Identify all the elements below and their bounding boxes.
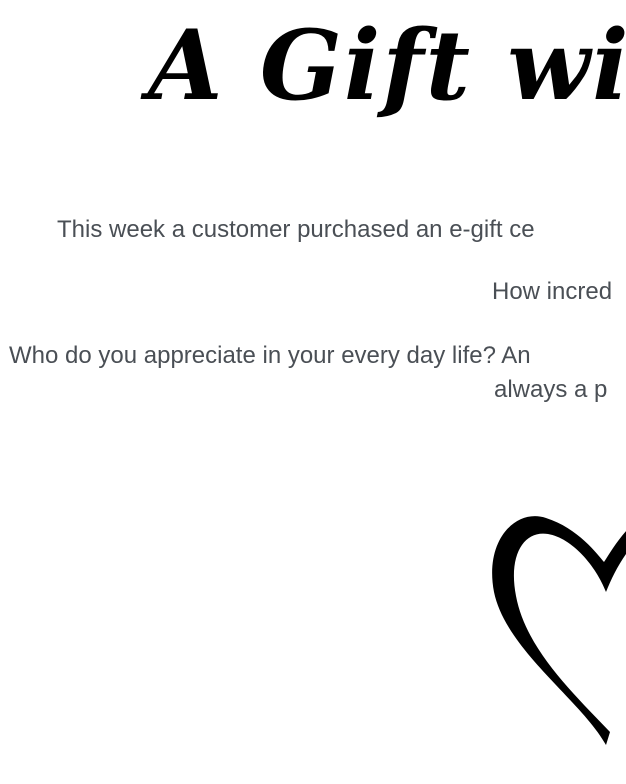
post-title: A Gift wi bbox=[148, 9, 626, 122]
blog-post: A Gift wi This week a customer purchased… bbox=[0, 0, 626, 784]
paragraph-line-1: This week a customer purchased an e-gift… bbox=[57, 216, 535, 243]
heart-outline-icon bbox=[492, 516, 626, 745]
paragraph-line-4: always a p bbox=[494, 376, 608, 403]
paragraph-line-3: Who do you appreciate in your every day … bbox=[9, 342, 531, 369]
paragraph-line-2: How incred bbox=[492, 278, 613, 305]
